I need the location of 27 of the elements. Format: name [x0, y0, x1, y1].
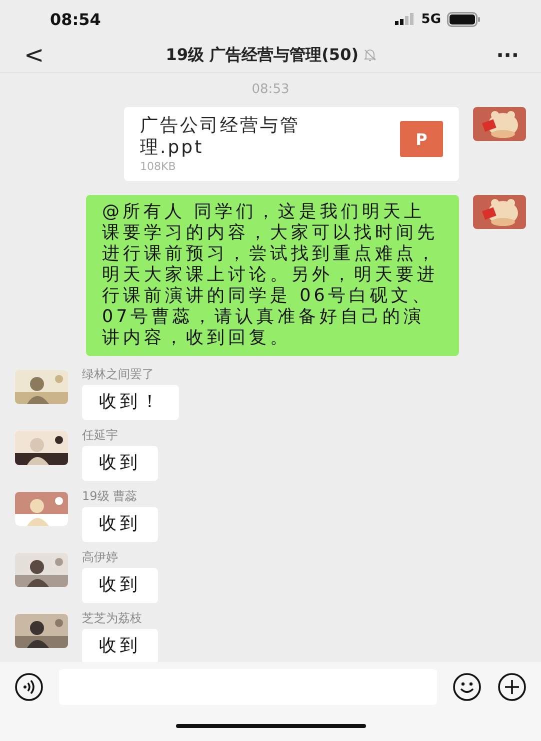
file-message[interactable]: 广告公司经营与管理.ppt 108KB P	[124, 107, 459, 182]
sender-name: 芝芝为荔枝	[82, 610, 142, 628]
sender-name: 任延宇	[82, 427, 118, 444]
message-bubble: 收到	[82, 507, 158, 542]
sender-name: 19级 曹蕊	[82, 488, 138, 506]
emoji-icon[interactable]	[452, 672, 482, 702]
network-label: 5G	[421, 12, 441, 26]
more-button[interactable]: ···	[492, 43, 523, 67]
chat-title: 19级 广告经营与管理(50)	[166, 44, 359, 66]
message-bubble: 收到！	[82, 385, 179, 420]
message-bubble: 收到	[82, 629, 158, 662]
battery-icon	[447, 12, 481, 26]
voice-icon[interactable]	[14, 672, 44, 702]
timestamp: 08:53	[252, 82, 290, 97]
message-bubble: @所有人 同学们，这是我们明天上课要学习的内容，大家可以找时间先进行课前预习，尝试找到重点难点，明天大家课上讨论。另外，明天要进行课前演讲的同学是 06号白砚文、07号曹蕊，请认真准备好自己的演讲内容，收到回复。	[86, 195, 459, 356]
file-name: 广告公司经营与管理.ppt	[140, 115, 301, 158]
message-bubble: 收到	[82, 446, 158, 482]
sender-name: 高伊婷	[82, 549, 118, 566]
sender-name: 绿林之间罢了	[82, 366, 154, 384]
signal-icon	[395, 13, 416, 25]
ppt-file-icon: P	[400, 121, 443, 157]
status-time: 08:54	[50, 10, 101, 28]
message-bubble: 收到	[82, 568, 158, 604]
back-button[interactable]: <	[18, 41, 50, 69]
file-size: 108KB	[140, 160, 177, 174]
mute-icon	[362, 48, 377, 62]
plus-icon[interactable]	[497, 672, 527, 702]
